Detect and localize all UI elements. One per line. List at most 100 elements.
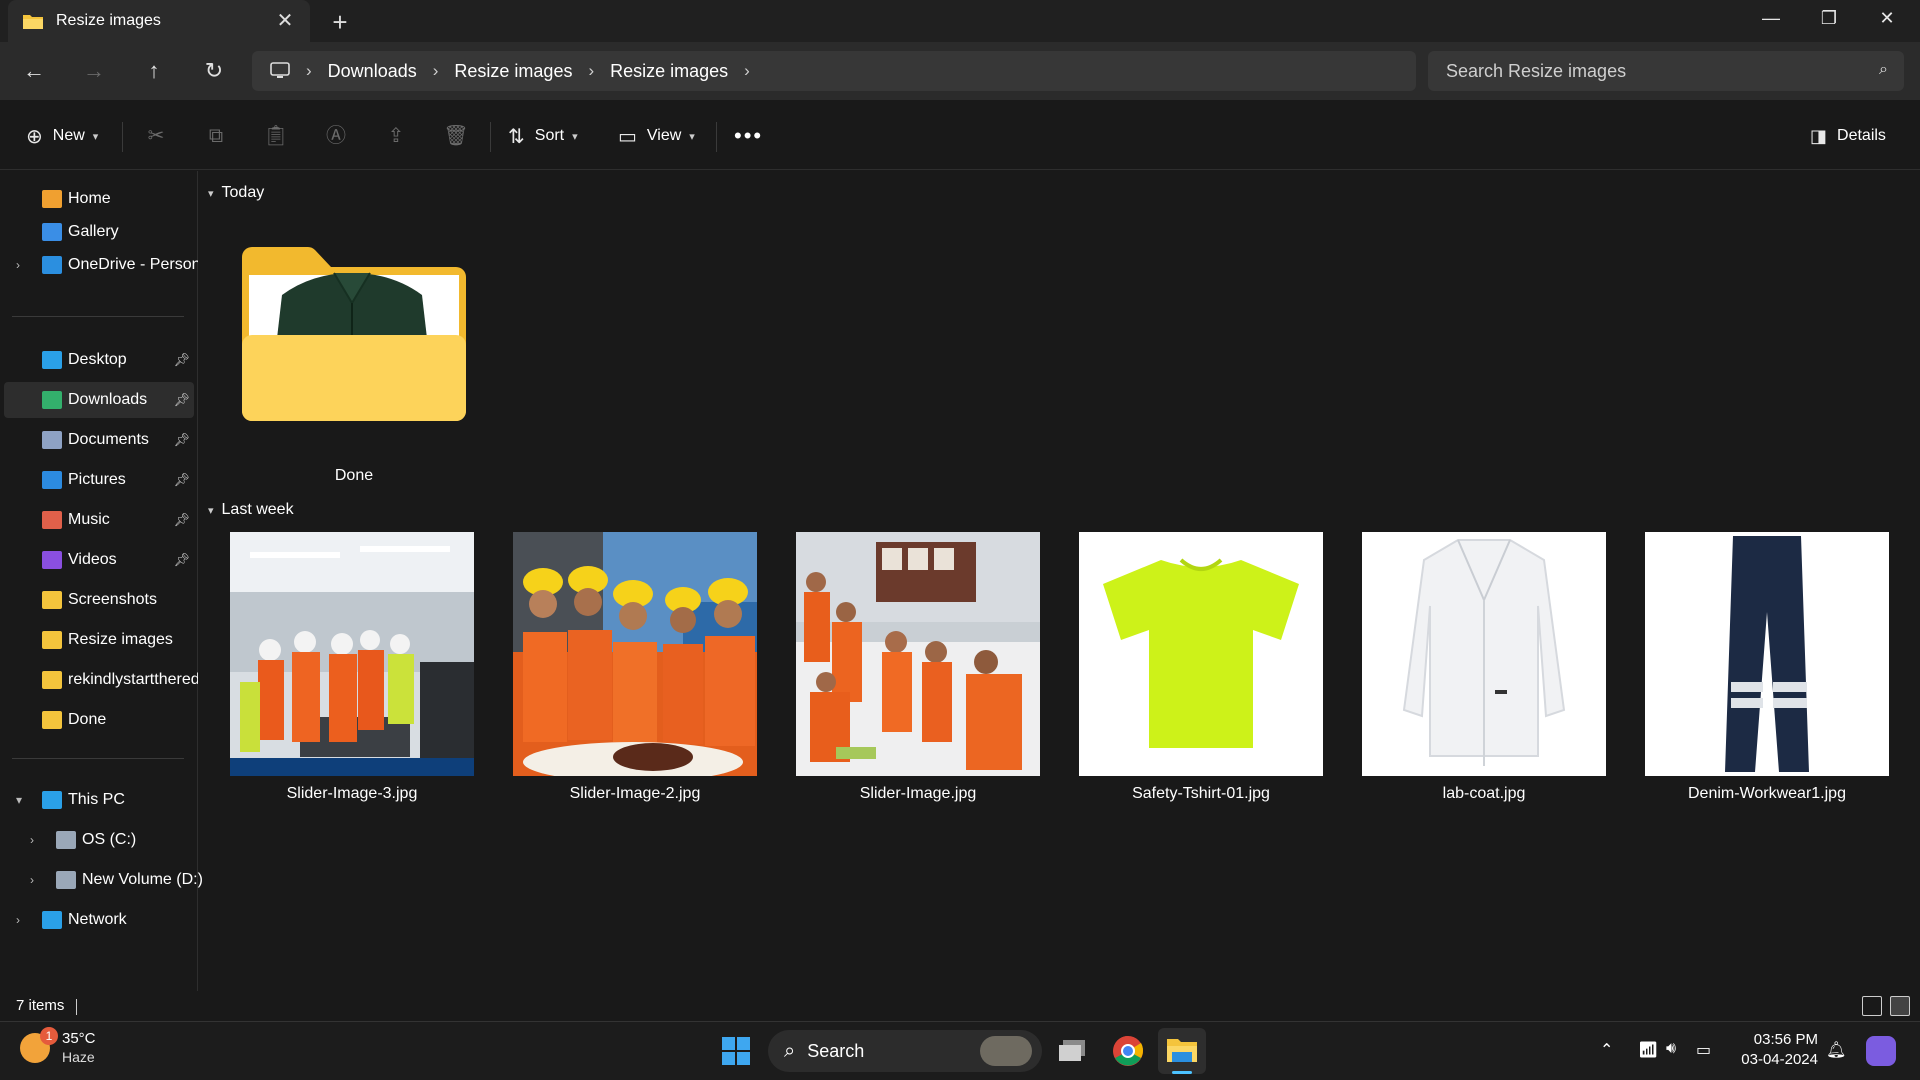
chevron-right-icon[interactable]: ›	[744, 61, 750, 81]
chevron-right-icon[interactable]: ›	[16, 258, 20, 272]
chevron-right-icon[interactable]: ›	[588, 61, 594, 81]
volume-icon[interactable]: 🔊︎	[1666, 1040, 1676, 1058]
rename-icon[interactable]: Ⓐ	[318, 120, 354, 152]
sidebar-item[interactable]: Downloads 📌︎	[4, 382, 194, 418]
breadcrumb-resize-images[interactable]: Resize images	[454, 61, 572, 82]
chevron-down-icon: ▾	[208, 504, 214, 517]
sidebar-item[interactable]: Desktop 📌︎	[4, 342, 194, 378]
close-tab-icon[interactable]: ✕	[274, 10, 296, 32]
chrome-button[interactable]	[1104, 1028, 1152, 1074]
large-icons-view-icon[interactable]	[1890, 996, 1910, 1016]
folder-icon	[242, 247, 466, 421]
item-count: 7 items	[16, 997, 65, 1014]
sort-icon: ⇅	[508, 125, 525, 148]
weather-widget[interactable]: 1 35°C Haze	[20, 1027, 96, 1066]
share-icon[interactable]: ⇪	[378, 120, 414, 152]
paste-icon[interactable]: 📋︎	[258, 120, 294, 152]
notification-bell-icon[interactable]: 🔔︎	[1826, 1040, 1846, 1060]
divider	[12, 758, 184, 759]
taskbar-search[interactable]: ⌕ Search	[768, 1030, 1042, 1072]
sun-haze-icon: 1	[20, 1027, 58, 1063]
image-thumbnail-slider-image[interactable]	[796, 532, 1040, 776]
divider	[716, 122, 717, 152]
image-thumbnail-denim-workwear[interactable]	[1645, 532, 1889, 776]
tab-resize-images[interactable]: Resize images ✕	[8, 0, 310, 42]
sidebar-item[interactable]: Home	[4, 181, 194, 217]
back-button[interactable]: ←	[18, 55, 50, 87]
file-explorer-button[interactable]	[1158, 1028, 1206, 1074]
gallery-icon	[42, 223, 62, 241]
image-thumbnail-slider-image-3[interactable]	[230, 532, 474, 776]
details-pane-icon: ◨	[1810, 125, 1828, 146]
sidebar-item[interactable]: Documents 📌︎	[4, 422, 194, 458]
folder-icon	[23, 14, 43, 29]
clock[interactable]: 03:56 PM 03-04-2024	[1738, 1030, 1818, 1070]
breadcrumb-resize-images-current[interactable]: Resize images	[610, 61, 728, 82]
file-name: Denim-Workwear1.jpg	[1688, 785, 1846, 802]
tab-label: Resize images	[56, 12, 161, 29]
chrome-icon	[1113, 1036, 1144, 1066]
sidebar-item[interactable]: ▾ This PC	[4, 782, 194, 818]
view-button[interactable]: ▭ View ▾	[618, 120, 695, 152]
chevron-right-icon[interactable]: ›	[306, 61, 312, 81]
sidebar-item[interactable]: Done	[4, 702, 194, 738]
copilot-icon[interactable]	[1866, 1036, 1896, 1066]
details-button[interactable]: ◨ Details	[1810, 120, 1886, 152]
wifi-icon[interactable]: 📶︎	[1638, 1040, 1658, 1060]
address-bar[interactable]: › Downloads › Resize images › Resize ima…	[252, 51, 1416, 91]
task-view-icon	[1059, 1040, 1085, 1061]
new-tab-button[interactable]: +	[326, 8, 354, 36]
sidebar-item[interactable]: Resize images	[4, 622, 194, 658]
image-thumbnail-slider-image-2[interactable]	[513, 532, 757, 776]
group-header-today[interactable]: ▾ Today	[208, 184, 264, 202]
restore-button[interactable]: ❐	[1800, 0, 1858, 38]
chevron-right-icon[interactable]: ›	[433, 61, 439, 81]
photo-lab-coat	[1362, 532, 1606, 776]
battery-icon[interactable]: ▭	[1696, 1040, 1711, 1060]
new-button[interactable]: ⊕ New ▾	[26, 120, 98, 152]
chevron-down-icon: ▾	[689, 130, 695, 143]
time: 03:56 PM	[1753, 1031, 1818, 1048]
chevron-right-icon[interactable]: ›	[16, 913, 20, 927]
chevron-down-icon[interactable]: ▾	[16, 793, 22, 807]
breadcrumb-downloads[interactable]: Downloads	[328, 61, 417, 82]
sidebar-item-label: Network	[68, 911, 127, 928]
refresh-button[interactable]: ↻	[198, 55, 230, 87]
details-label: Details	[1837, 127, 1886, 144]
close-window-button[interactable]: ✕	[1858, 0, 1916, 38]
sidebar-item[interactable]: rekindlystarttheredet	[4, 662, 198, 698]
sidebar-item[interactable]: Videos 📌︎	[4, 542, 194, 578]
photo-workers-meeting	[796, 532, 1040, 776]
minimize-button[interactable]: —	[1742, 0, 1800, 38]
image-thumbnail-safety-tshirt[interactable]	[1079, 532, 1323, 776]
search-input[interactable]	[1446, 60, 1866, 82]
sidebar-item[interactable]: Pictures 📌︎	[4, 462, 194, 498]
file-name: Safety-Tshirt-01.jpg	[1132, 785, 1270, 802]
image-thumbnail-lab-coat[interactable]	[1362, 532, 1606, 776]
sidebar-item[interactable]: › New Volume (D:)	[4, 862, 203, 898]
delete-icon[interactable]: 🗑︎	[438, 120, 474, 152]
chevron-right-icon[interactable]: ›	[30, 873, 34, 887]
copy-icon[interactable]: ⧉	[198, 120, 234, 152]
group-header-last-week[interactable]: ▾ Last week	[208, 501, 294, 519]
file-view: ▾ Today Done ▾ Last week Slider-Image-3.…	[200, 171, 1920, 991]
sidebar-item[interactable]: › Network	[4, 902, 194, 938]
up-button[interactable]: ↑	[138, 55, 170, 87]
cut-icon[interactable]: ✂	[138, 120, 174, 152]
sidebar-item[interactable]: › OneDrive - Persona	[4, 247, 198, 283]
sidebar-item[interactable]: Screenshots	[4, 582, 194, 618]
sidebar-item[interactable]: Music 📌︎	[4, 502, 194, 538]
start-button[interactable]	[712, 1028, 760, 1074]
sort-button[interactable]: ⇅ Sort ▾	[508, 120, 578, 152]
sidebar-item[interactable]: › OS (C:)	[4, 822, 194, 858]
chevron-right-icon[interactable]: ›	[30, 833, 34, 847]
pin-icon: 📌︎	[173, 392, 190, 407]
details-view-icon[interactable]	[1862, 996, 1882, 1016]
forward-button[interactable]: →	[78, 55, 110, 87]
sidebar-item[interactable]: Gallery	[4, 214, 194, 250]
more-options-button[interactable]: •••	[734, 120, 763, 152]
task-view-button[interactable]	[1048, 1028, 1096, 1074]
folder-icon	[42, 591, 62, 609]
chevron-up-icon[interactable]: ⌃	[1600, 1040, 1613, 1060]
search-icon[interactable]: ⌕	[1879, 61, 1888, 79]
